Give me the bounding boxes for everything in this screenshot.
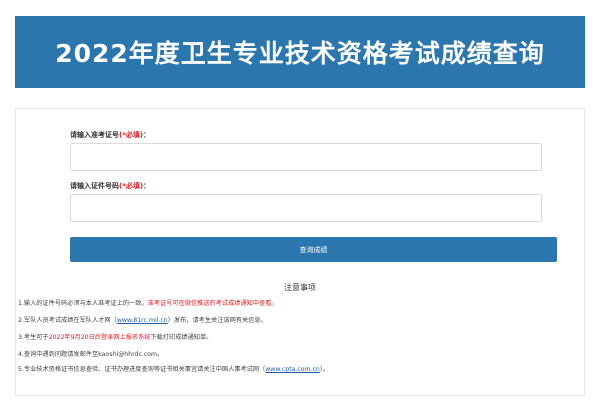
notice-item-5: 5.专业技术资格证书信息查验、证书办理进度查询等证书相关事宜请关注中国人事考试网… [18, 364, 329, 373]
notice-2-post: ）发布，请考生关注该网有关信息。 [167, 317, 267, 324]
label-colon: ： [143, 182, 151, 190]
notice-4-text: 4.查询中遇到问题请发邮件至kaoshi@hhrdc.com。 [18, 351, 164, 358]
page-title: 2022年度卫生专业技术资格考试成绩查询 [55, 39, 545, 68]
notice-5-pre: 5.专业技术资格证书信息查验、证书办理进度查询等证书相关事宜请关注中国人事考试网… [18, 366, 266, 373]
notice-item-3: 3.考生可于2022年9月20日后登录网上报名系统下载打印成绩通知单。 [18, 332, 212, 341]
notice-1-highlight: 准考证号可在微信推送的考试成绩通知中查看。 [147, 300, 278, 307]
required-mark: (*必填) [119, 182, 144, 190]
ticket-number-input[interactable] [70, 143, 542, 171]
notice-3-post: 下载打印成绩通知单。 [150, 334, 213, 341]
army-talent-link[interactable]: www.81rc.mil.cn [117, 317, 168, 324]
notice-item-4: 4.查询中遇到问题请发邮件至kaoshi@hhrdc.com。 [18, 349, 163, 358]
required-mark: (*必填) [119, 131, 144, 139]
notice-title: 注意事项 [284, 283, 316, 292]
notice-3-highlight: 2022年9月20日后登录网上报名系统 [48, 334, 151, 341]
ticket-label-text: 请输入准考证号 [70, 131, 119, 139]
id-number-label: 请输入证件号码(*必填)： [70, 181, 150, 191]
query-score-button[interactable]: 查询成绩 [70, 237, 557, 262]
score-query-page: 2022年度卫生专业技术资格考试成绩查询 请输入准考证号(*必填)： 请输入证件… [0, 0, 600, 400]
notice-5-post: ）。 [319, 366, 330, 373]
cpta-link[interactable]: www.cpta.com.cn [265, 366, 320, 373]
notice-1-text: 1.输入的证件号码必须与本人准考证上的一致。 [18, 300, 148, 307]
header-banner: 2022年度卫生专业技术资格考试成绩查询 [15, 16, 585, 88]
label-colon: ： [143, 131, 151, 139]
id-number-input[interactable] [70, 194, 542, 222]
id-label-text: 请输入证件号码 [70, 182, 119, 190]
notice-3-pre: 3.考生可于 [18, 334, 49, 341]
notice-item-1: 1.输入的证件号码必须与本人准考证上的一致。准考证号可在微信推送的考试成绩通知中… [18, 298, 278, 307]
notice-item-2: 2.军队人员考试成绩在军队人才网（www.81rc.mil.cn）发布，请考生关… [18, 315, 267, 324]
notice-2-pre: 2.军队人员考试成绩在军队人才网（ [18, 317, 117, 324]
ticket-number-label: 请输入准考证号(*必填)： [70, 130, 150, 140]
